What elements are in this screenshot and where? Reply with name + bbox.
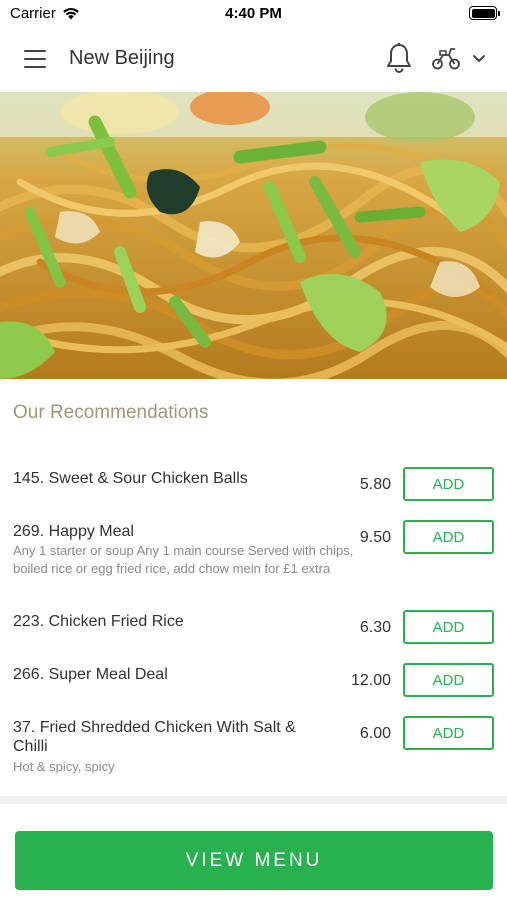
- menu-icon[interactable]: [24, 50, 46, 68]
- add-button[interactable]: ADD: [403, 467, 494, 501]
- item-description: Hot & spicy, spicy: [13, 759, 115, 774]
- item-price: 12.00: [350, 672, 391, 689]
- item-price: 6.00: [359, 725, 391, 742]
- add-button[interactable]: ADD: [403, 610, 494, 644]
- item-price: 6.30: [359, 619, 391, 636]
- hero-food-image: [0, 92, 507, 379]
- status-bar: Carrier 4:40 PM: [0, 0, 507, 26]
- item-name: 145. Sweet & Sour Chicken Balls: [13, 470, 248, 487]
- chevron-down-icon[interactable]: [472, 52, 486, 64]
- add-button[interactable]: ADD: [403, 716, 494, 750]
- item-name: 266. Super Meal Deal: [13, 666, 168, 683]
- section-divider: [0, 796, 507, 804]
- item-description: Any 1 starter or soup Any 1 main course …: [13, 543, 354, 576]
- add-button[interactable]: ADD: [403, 663, 494, 697]
- bell-icon[interactable]: [385, 42, 413, 74]
- view-menu-button[interactable]: VIEW MENU: [15, 831, 493, 890]
- status-time: 4:40 PM: [225, 5, 282, 22]
- item-price: 9.50: [359, 529, 391, 546]
- add-button[interactable]: ADD: [403, 520, 494, 554]
- battery-icon: [469, 6, 500, 20]
- item-name: 37. Fried Shredded Chicken With Salt & C…: [13, 719, 296, 755]
- nav-bar: New Beijing: [0, 26, 507, 92]
- restaurant-title: New Beijing: [69, 47, 175, 69]
- item-name: 269. Happy Meal: [13, 523, 134, 540]
- item-name: 223. Chicken Fried Rice: [13, 613, 184, 630]
- recommendations-title: Our Recommendations: [13, 402, 209, 423]
- item-price: 5.80: [359, 476, 391, 493]
- delivery-scooter-icon[interactable]: [431, 44, 461, 72]
